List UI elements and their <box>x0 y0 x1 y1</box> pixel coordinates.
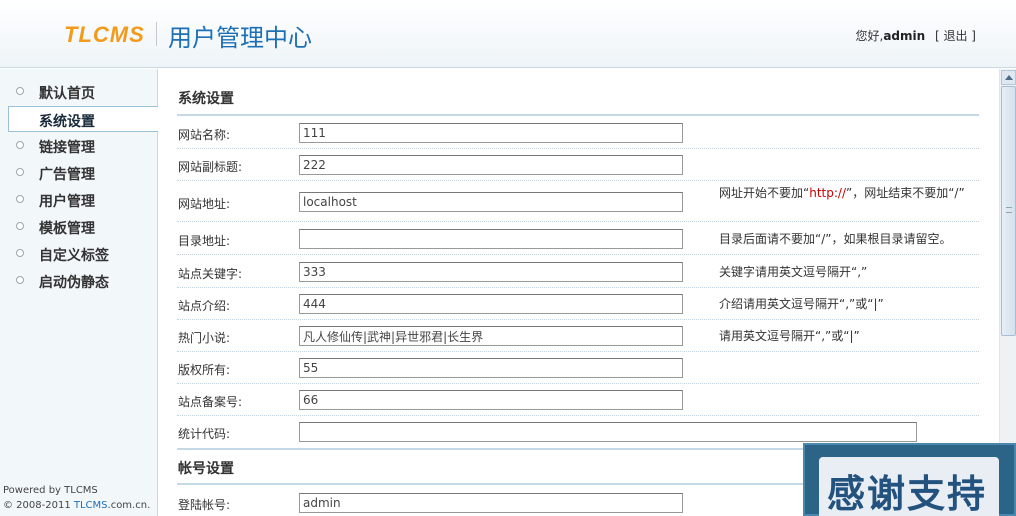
logout-link[interactable]: [ 退出 ] <box>935 29 976 43</box>
form-row-site-url: 网站地址: 网址开始不要加“http://”，网址结束不要加“/” <box>177 181 979 222</box>
footer-powered: Powered by TLCMS © 2008-2011 TLCMS.com.c… <box>3 483 150 513</box>
form-row-site-name: 网站名称: <box>177 117 979 149</box>
directory-input[interactable] <box>299 229 683 249</box>
field-label: 统计代码: <box>178 427 231 441</box>
hot-novels-input[interactable] <box>299 326 683 346</box>
sidebar-item-custom-tags[interactable]: 自定义标签 <box>0 241 158 267</box>
field-label: 站点关键字: <box>178 267 243 281</box>
field-label: 站点备案号: <box>178 395 243 409</box>
circle-bullet-icon <box>16 195 24 203</box>
form-row-directory: 目录地址: 目录后面请不要加“/”，如果根目录请留空。 <box>177 222 979 255</box>
scroll-up-icon[interactable] <box>1001 70 1016 85</box>
field-label: 版权所有: <box>178 363 231 377</box>
site-subtitle-input[interactable] <box>299 155 683 175</box>
page-title: 用户管理中心 <box>168 24 312 52</box>
keywords-input[interactable] <box>299 262 683 282</box>
icp-input[interactable] <box>299 390 683 410</box>
copyright-brand: TLCMS <box>73 500 108 511</box>
thanks-banner-text: 感谢支持 <box>827 472 988 516</box>
field-label: 目录地址: <box>178 234 231 248</box>
sidebar-item-label: 链接管理 <box>39 140 95 156</box>
site-url-hint: 网址开始不要加“http://”，网址结束不要加“/” <box>719 185 979 201</box>
login-account-input[interactable] <box>299 493 683 513</box>
form-row-description: 站点介绍: 介绍请用英文逗号隔开“,”或“|” <box>177 288 979 320</box>
sidebar-item-home[interactable]: 默认首页 <box>0 79 158 105</box>
field-label: 网站地址: <box>178 197 231 211</box>
sidebar-item-ads[interactable]: 广告管理 <box>0 160 158 186</box>
form-row-site-subtitle: 网站副标题: <box>177 149 979 181</box>
section-divider <box>177 114 979 116</box>
username: admin <box>883 29 926 43</box>
copyright-input[interactable] <box>299 358 683 378</box>
section-title-account: 帐号设置 <box>178 461 234 477</box>
description-input[interactable] <box>299 294 683 314</box>
site-name-input[interactable] <box>299 123 683 143</box>
field-label: 网站名称: <box>178 128 231 142</box>
hot-novels-hint: 请用英文逗号隔开“,”或“|” <box>719 329 860 343</box>
description-hint: 介绍请用英文逗号隔开“,”或“|” <box>719 297 884 311</box>
greeting-text: 您好, <box>855 29 884 43</box>
sidebar-item-label: 系统设置 <box>39 114 95 130</box>
circle-bullet-icon <box>16 249 24 257</box>
sidebar-item-label: 广告管理 <box>39 167 95 183</box>
circle-bullet-icon <box>16 87 24 95</box>
sidebar-item-label: 模板管理 <box>39 221 95 237</box>
keywords-hint: 关键字请用英文逗号隔开“,” <box>719 265 868 279</box>
copyright-prefix: © 2008-2011 <box>3 500 74 511</box>
sidebar: 默认首页 系统设置 链接管理 广告管理 用户管理 模板管理 自定义标签 启动伪静… <box>0 69 158 516</box>
hint-text: ”，网址结束不要加“/” <box>845 186 965 200</box>
logo-divider <box>156 22 157 46</box>
sidebar-item-label: 启动伪静态 <box>39 275 109 291</box>
circle-bullet-icon <box>16 276 24 284</box>
hint-text: 网址开始不要加“ <box>719 186 810 200</box>
sidebar-item-system-settings[interactable]: 系统设置 <box>8 106 158 132</box>
form-row-icp: 站点备案号: <box>177 384 979 416</box>
sidebar-item-label: 自定义标签 <box>39 248 109 264</box>
thanks-banner[interactable]: 感谢支持 <box>803 443 1016 516</box>
field-label: 登陆帐号: <box>178 498 231 512</box>
user-info: 您好,admin [ 退出 ] <box>855 27 976 44</box>
logo: TLCMS <box>64 22 145 47</box>
site-url-input[interactable] <box>299 192 683 212</box>
form-row-copyright: 版权所有: <box>177 352 979 384</box>
directory-hint: 目录后面请不要加“/”，如果根目录请留空。 <box>719 232 952 246</box>
field-label: 网站副标题: <box>178 160 243 174</box>
form-row-hot-novels: 热门小说: 请用英文逗号隔开“,”或“|” <box>177 320 979 352</box>
circle-bullet-icon <box>16 222 24 230</box>
grip-icon <box>1006 207 1012 213</box>
copyright-text: © 2008-2011 TLCMS.com.cn. <box>3 498 150 513</box>
stats-code-textarea[interactable] <box>299 422 917 442</box>
powered-by-text: Powered by TLCMS <box>3 485 98 496</box>
form-row-keywords: 站点关键字: 关键字请用英文逗号隔开“,” <box>177 255 979 288</box>
scroll-thumb[interactable] <box>1001 86 1016 336</box>
sidebar-item-pseudo-static[interactable]: 启动伪静态 <box>0 268 158 294</box>
sidebar-item-users[interactable]: 用户管理 <box>0 187 158 213</box>
section-title-system: 系统设置 <box>178 91 234 107</box>
hint-highlight: http:// <box>809 186 846 200</box>
sidebar-item-label: 默认首页 <box>39 86 95 102</box>
sidebar-item-links[interactable]: 链接管理 <box>0 133 158 159</box>
header: TLCMS 用户管理中心 您好,admin [ 退出 ] <box>0 0 1016 68</box>
circle-bullet-icon <box>16 168 24 176</box>
copyright-suffix: .com.cn. <box>107 500 151 511</box>
field-label: 热门小说: <box>178 331 231 345</box>
circle-bullet-icon <box>16 141 24 149</box>
sidebar-item-templates[interactable]: 模板管理 <box>0 214 158 240</box>
field-label: 站点介绍: <box>178 299 231 313</box>
sidebar-item-label: 用户管理 <box>39 194 95 210</box>
